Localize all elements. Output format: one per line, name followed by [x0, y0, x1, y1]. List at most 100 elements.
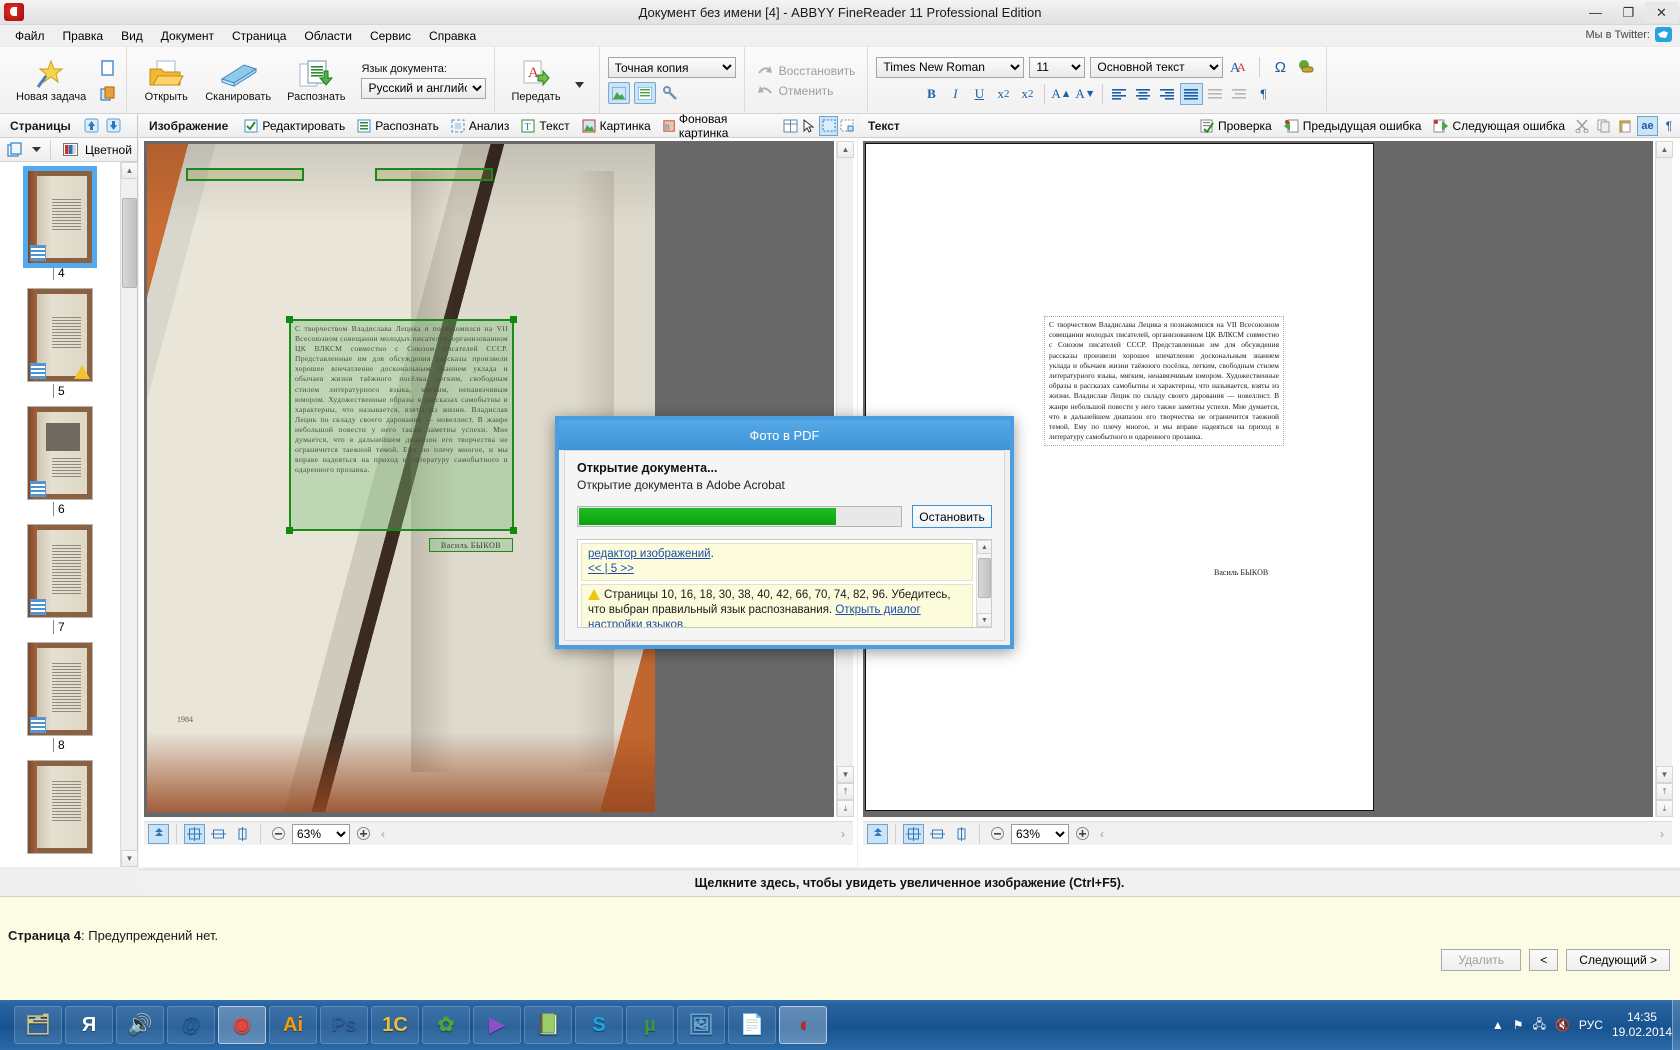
- network-icon[interactable]: 🖧: [1533, 1015, 1546, 1036]
- show-desktop-button[interactable]: [1672, 1000, 1680, 1050]
- select-area-tool-icon[interactable]: [819, 115, 838, 136]
- menu-edit[interactable]: Правка: [54, 26, 113, 46]
- twitter-icon[interactable]: [1655, 27, 1672, 42]
- fit-best-button[interactable]: [867, 823, 888, 844]
- scroll-left-arrow[interactable]: ‹: [377, 827, 389, 841]
- image-editor-link[interactable]: редактор изображений: [588, 548, 711, 560]
- pages-scrollbar[interactable]: ▲ ▼: [120, 162, 138, 867]
- page-thumbnail[interactable]: [27, 406, 93, 500]
- text-zoom-select[interactable]: 63%: [1011, 823, 1069, 844]
- undo-button[interactable]: Отменить: [753, 81, 838, 101]
- special-symbol-icon[interactable]: Ω: [1269, 56, 1291, 78]
- underline-button[interactable]: U: [968, 83, 991, 105]
- dialog-log-area[interactable]: редактор изображений. << | 5 >> Страницы…: [577, 539, 992, 628]
- menu-service[interactable]: Сервис: [361, 26, 420, 46]
- table-area-icon[interactable]: [781, 115, 800, 137]
- next-page-button[interactable]: ⤓: [837, 800, 854, 817]
- italic-button[interactable]: I: [944, 83, 967, 105]
- scroll-down-arrow[interactable]: ▼: [837, 766, 854, 783]
- page-thumbnail[interactable]: [27, 524, 93, 618]
- align-left-button[interactable]: [1108, 83, 1131, 105]
- taskbar-item-video[interactable]: ▶: [473, 1006, 521, 1044]
- send-dropdown-icon[interactable]: [569, 74, 591, 96]
- fit-height-button[interactable]: [232, 824, 253, 844]
- scroll-up-arrow[interactable]: ▲: [837, 141, 854, 158]
- picture-area-button[interactable]: Картинка: [576, 117, 657, 135]
- font-color-icon[interactable]: AA: [1228, 56, 1250, 78]
- taskbar-item-photoshop[interactable]: Ps: [320, 1006, 368, 1044]
- scrollbar-thumb[interactable]: [978, 558, 991, 598]
- ocr-area-header-right[interactable]: [375, 168, 493, 181]
- paste-icon[interactable]: [1615, 115, 1637, 137]
- recognized-text-block[interactable]: С творчеством Владислава Лецика я познак…: [1044, 316, 1284, 447]
- open-document-icon[interactable]: [96, 83, 118, 105]
- text-area-button[interactable]: T Текст: [515, 117, 575, 135]
- stop-button[interactable]: Остановить: [912, 505, 992, 528]
- previous-warning-button[interactable]: <: [1529, 949, 1559, 971]
- recognize-button[interactable]: Распознать: [279, 57, 353, 105]
- move-page-down-icon[interactable]: [103, 115, 125, 137]
- menu-document[interactable]: Документ: [152, 26, 223, 46]
- edit-image-button[interactable]: Редактировать: [238, 117, 351, 135]
- menu-areas[interactable]: Области: [295, 26, 361, 46]
- cut-icon[interactable]: [1571, 115, 1593, 137]
- fit-best-button[interactable]: [148, 823, 169, 844]
- decrease-font-button[interactable]: A ▼: [1074, 83, 1097, 105]
- copy-mode-select[interactable]: Точная копия: [607, 57, 736, 78]
- increase-font-button[interactable]: A ▲: [1050, 83, 1073, 105]
- fit-page-button[interactable]: [184, 823, 205, 844]
- fit-width-button[interactable]: [927, 824, 948, 844]
- fit-height-button[interactable]: [951, 824, 972, 844]
- menu-file[interactable]: Файл: [6, 26, 54, 46]
- taskbar-item-chrome[interactable]: ◉: [218, 1006, 266, 1044]
- superscript-button[interactable]: x2: [992, 83, 1015, 105]
- scroll-up-arrow[interactable]: ▲: [1656, 141, 1673, 158]
- document-language-select[interactable]: Русский и английский: [361, 77, 487, 99]
- spellcheck-button[interactable]: Проверка: [1194, 117, 1278, 135]
- ocr-area-signature[interactable]: Василь БЫКОВ: [429, 538, 513, 552]
- font-family-select[interactable]: Times New Roman: [876, 56, 1025, 78]
- align-justify-button[interactable]: [1179, 83, 1203, 105]
- font-size-select[interactable]: 11: [1029, 56, 1086, 78]
- toggle-keyboard-layout-icon[interactable]: ае: [1637, 115, 1658, 136]
- background-picture-button[interactable]: B Фоновая картинка: [657, 110, 773, 142]
- minimize-button[interactable]: —: [1579, 2, 1612, 23]
- menu-help[interactable]: Справка: [420, 26, 485, 46]
- progress-dialog[interactable]: Фото в PDF Открытие документа... Открыти…: [555, 416, 1014, 649]
- close-button[interactable]: ✕: [1645, 2, 1678, 23]
- taskbar-item-volume[interactable]: 🔊: [116, 1006, 164, 1044]
- paragraph-marks-icon[interactable]: ¶: [1658, 115, 1680, 137]
- zoom-hint-bar[interactable]: Щелкните здесь, чтобы увидеть увеличенно…: [139, 869, 1680, 895]
- tray-expand-icon[interactable]: ▲: [1492, 1018, 1504, 1032]
- taskbar-item-yandex[interactable]: Я: [65, 1006, 113, 1044]
- volume-muted-icon[interactable]: 🔇: [1555, 1018, 1570, 1032]
- previous-error-button[interactable]: Предыдущая ошибка: [1278, 117, 1428, 135]
- delete-area-tool-icon[interactable]: [838, 115, 857, 137]
- taskbar-item-skype[interactable]: S: [575, 1006, 623, 1044]
- taskbar-item-explorer[interactable]: 🗂: [14, 1006, 62, 1044]
- scroll-right-arrow[interactable]: ›: [1656, 827, 1668, 841]
- prev-page-button[interactable]: ⤒: [837, 783, 854, 800]
- subscript-button[interactable]: x2: [1016, 83, 1039, 105]
- paragraph-style-select[interactable]: Основной текст: [1090, 56, 1224, 78]
- list-item[interactable]: 6: [0, 406, 120, 516]
- taskbar-item-1c[interactable]: 1C: [371, 1006, 419, 1044]
- show-text-toggle[interactable]: [633, 82, 656, 104]
- page-thumbnail[interactable]: [27, 760, 93, 854]
- taskbar-item-notepad[interactable]: 📄: [728, 1006, 776, 1044]
- zoom-in-button[interactable]: [1072, 824, 1093, 844]
- clock[interactable]: 14:35 19.02.2014: [1612, 1010, 1672, 1040]
- scroll-left-arrow[interactable]: ‹: [1096, 827, 1108, 841]
- scrollbar-thumb[interactable]: [122, 198, 137, 288]
- language-indicator[interactable]: РУС: [1579, 1018, 1603, 1032]
- ocr-area-header-left[interactable]: [186, 168, 304, 181]
- resize-handle-tr[interactable]: [510, 316, 517, 323]
- analysis-tool-button[interactable]: Анализ: [445, 117, 516, 135]
- page-thumbnail[interactable]: [27, 288, 93, 382]
- new-task-button[interactable]: Новая задача: [8, 57, 94, 105]
- taskbar-item-icq[interactable]: ✿: [422, 1006, 470, 1044]
- list-item[interactable]: 7: [0, 524, 120, 634]
- action-center-flag-icon[interactable]: ⚑: [1513, 1018, 1524, 1032]
- scroll-down-arrow[interactable]: ▼: [977, 613, 991, 627]
- taskbar-item-mail[interactable]: @: [167, 1006, 215, 1044]
